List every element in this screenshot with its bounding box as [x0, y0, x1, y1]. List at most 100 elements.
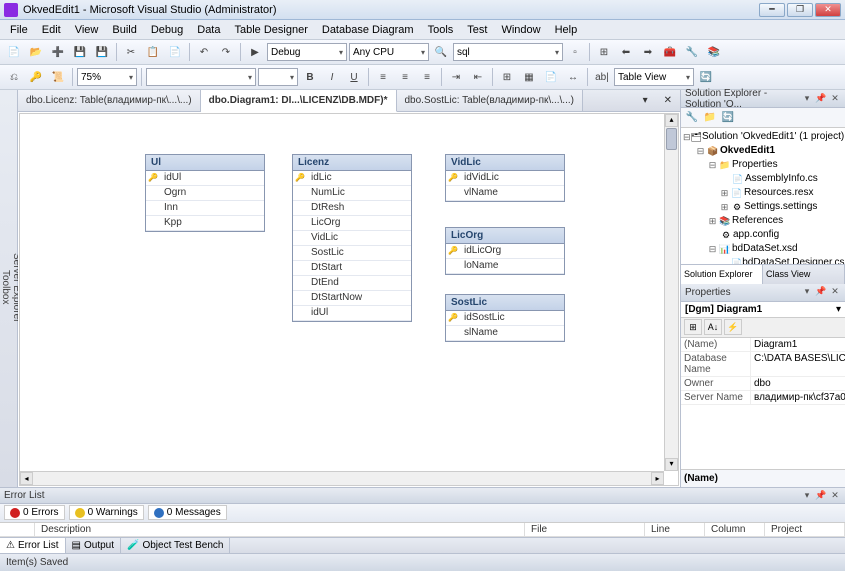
align-center-button[interactable]: ≡ [395, 67, 415, 87]
menu-file[interactable]: File [4, 22, 34, 38]
tab-solution-explorer[interactable]: Solution Explorer [681, 265, 763, 284]
scroll-down-icon[interactable]: ▾ [665, 458, 678, 471]
col-file[interactable]: File [525, 523, 645, 536]
table-licorg[interactable]: LicOrg idLicOrg loName [445, 227, 565, 275]
relation-button[interactable]: ⎌ [4, 67, 24, 87]
scroll-left-icon[interactable]: ◂ [20, 472, 33, 485]
tree-resources[interactable]: Resources.resx [744, 186, 813, 200]
categorized-button[interactable]: ⊞ [684, 319, 702, 335]
horizontal-scrollbar[interactable]: ◂ ▸ [20, 471, 664, 485]
menu-tools[interactable]: Tools [422, 22, 460, 38]
col-line[interactable]: Line [645, 523, 705, 536]
tree-references[interactable]: References [732, 214, 783, 228]
platform-combo[interactable]: Any CPU▾ [349, 43, 429, 61]
dropdown-icon[interactable]: ▾ [801, 93, 813, 105]
tree-assemblyinfo[interactable]: AssemblyInfo.cs [745, 172, 818, 186]
events-button[interactable]: ⚡ [724, 319, 742, 335]
refresh-icon[interactable]: 🔄 [720, 110, 736, 126]
close-button[interactable]: ✕ [815, 3, 841, 17]
autosize-button[interactable]: ↔ [563, 67, 583, 87]
pin-icon[interactable]: 📌 [815, 490, 827, 502]
redo-button[interactable]: ↷ [216, 42, 236, 62]
menu-edit[interactable]: Edit [36, 22, 67, 38]
menu-data[interactable]: Data [191, 22, 226, 38]
tree-appconfig[interactable]: app.config [733, 228, 779, 242]
property-grid[interactable]: (Name)Diagram1 Database NameC:\DATA BASE… [681, 338, 845, 470]
col-kpp[interactable]: Kpp [146, 216, 264, 231]
menu-test[interactable]: Test [461, 22, 493, 38]
dropdown-icon[interactable]: ▾ [801, 286, 813, 298]
tab-dropdown[interactable]: ▾ [635, 90, 656, 111]
new-project-button[interactable]: 📄 [4, 42, 24, 62]
col-inn[interactable]: Inn [146, 201, 264, 216]
properties-icon[interactable]: 🔧 [684, 110, 700, 126]
col-slname[interactable]: slName [446, 326, 564, 341]
open-button[interactable]: 📂 [26, 42, 46, 62]
tab-close[interactable]: ✕ [656, 90, 680, 111]
outdent-button[interactable]: ⇤ [468, 67, 488, 87]
nav-back-button[interactable]: ⬅ [616, 42, 636, 62]
menu-table-designer[interactable]: Table Designer [229, 22, 314, 38]
italic-button[interactable]: I [322, 67, 342, 87]
col-numlic[interactable]: NumLic [293, 186, 411, 201]
page-setup-button[interactable]: 📄 [541, 67, 561, 87]
tab-object-test-bench[interactable]: 🧪Object Test Bench [121, 538, 230, 553]
close-icon[interactable]: ✕ [829, 490, 841, 502]
key-button[interactable]: 🔑 [26, 67, 46, 87]
table-vidlic[interactable]: VidLic idVidLic vlName [445, 154, 565, 202]
table-ul[interactable]: Ul idUl Ogrn Inn Kpp [145, 154, 265, 232]
show-all-icon[interactable]: 📁 [702, 110, 718, 126]
alphabetical-button[interactable]: A↓ [704, 319, 722, 335]
table-licenz[interactable]: Licenz idLic NumLic DtResh LicOrg VidLic… [292, 154, 412, 322]
col-blank[interactable] [0, 523, 35, 536]
zoom-combo[interactable]: 75%▾ [77, 68, 137, 86]
prop-row-server[interactable]: Server Nameвладимир-пк\cf37a0 [681, 391, 845, 405]
tab-sostlic-table[interactable]: dbo.SostLic: Table(владимир-пк\...\...) [397, 90, 583, 111]
indent-button[interactable]: ⇥ [446, 67, 466, 87]
underline-button[interactable]: U [344, 67, 364, 87]
col-idul[interactable]: idUl [293, 306, 411, 321]
font-combo[interactable]: ▾ [146, 68, 256, 86]
tree-properties[interactable]: Properties [732, 158, 778, 172]
misc-button[interactable]: ▫ [565, 42, 585, 62]
col-ogrn[interactable]: Ogrn [146, 186, 264, 201]
col-dtresh[interactable]: DtResh [293, 201, 411, 216]
scroll-up-icon[interactable]: ▴ [665, 114, 678, 127]
col-project[interactable]: Project [765, 523, 845, 536]
tree-designer-cs[interactable]: bdDataSet.Designer.cs [742, 256, 844, 264]
menu-database-diagram[interactable]: Database Diagram [316, 22, 420, 38]
align-left-button[interactable]: ≡ [373, 67, 393, 87]
col-licorg[interactable]: LicOrg [293, 216, 411, 231]
close-icon[interactable]: ✕ [829, 286, 841, 298]
object-browser-button[interactable]: 📚 [704, 42, 724, 62]
config-combo[interactable]: Debug▾ [267, 43, 347, 61]
maximize-button[interactable]: ❐ [787, 3, 813, 17]
refresh-button[interactable]: 🔄 [696, 67, 716, 87]
find-button[interactable]: 🔍 [431, 42, 451, 62]
script-button[interactable]: 📜 [48, 67, 68, 87]
vertical-scrollbar[interactable]: ▴ ▾ [664, 114, 678, 471]
col-vidlic[interactable]: VidLic [293, 231, 411, 246]
tab-error-list[interactable]: ⚠Error List [0, 538, 66, 553]
errors-badge[interactable]: 0 Errors [4, 505, 65, 520]
messages-badge[interactable]: 0 Messages [148, 505, 227, 520]
col-dtstart[interactable]: DtStart [293, 261, 411, 276]
menu-debug[interactable]: Debug [145, 22, 189, 38]
nav-forward-button[interactable]: ➡ [638, 42, 658, 62]
paste-button[interactable]: 📄 [165, 42, 185, 62]
col-idul[interactable]: idUl [146, 171, 264, 186]
minimize-button[interactable]: ━ [759, 3, 785, 17]
col-idsostlic[interactable]: idSostLic [446, 311, 564, 326]
prop-row-dbname[interactable]: Database NameC:\DATA BASES\LICE [681, 352, 845, 377]
new-textbox-button[interactable]: ab| [592, 67, 612, 87]
col-idlicorg[interactable]: idLicOrg [446, 244, 564, 259]
menu-help[interactable]: Help [549, 22, 584, 38]
col-loname[interactable]: loName [446, 259, 564, 274]
col-idlic[interactable]: idLic [293, 171, 411, 186]
menu-build[interactable]: Build [106, 22, 142, 38]
col-sostlic[interactable]: SostLic [293, 246, 411, 261]
launch-combo[interactable]: sql▾ [453, 43, 563, 61]
table-sostlic[interactable]: SostLic idSostLic slName [445, 294, 565, 342]
align-right-button[interactable]: ≡ [417, 67, 437, 87]
warnings-badge[interactable]: 0 Warnings [69, 505, 144, 520]
